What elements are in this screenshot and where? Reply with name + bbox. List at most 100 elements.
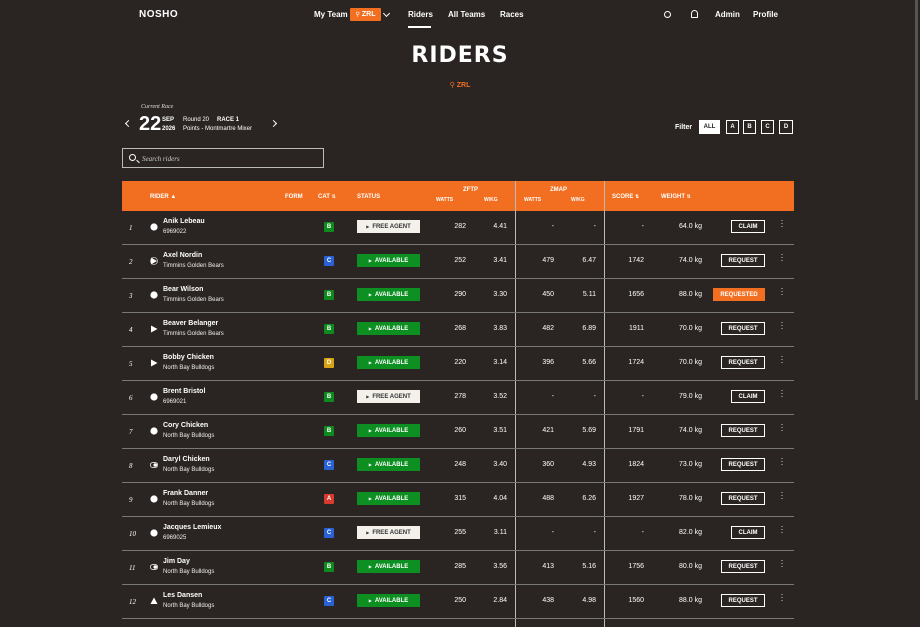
header-ftp-wkg[interactable]: W/KG [484, 197, 498, 203]
nav-riders[interactable]: Riders [408, 10, 433, 19]
ftp-wkg: 3.83 [493, 325, 507, 332]
more-options-icon[interactable]: · · · [780, 250, 784, 265]
rider-name[interactable]: Jim Day [163, 558, 190, 565]
rider-name[interactable]: Bobby Chicken [163, 354, 214, 361]
play-icon: ▶ [368, 360, 372, 365]
header-status[interactable]: STATUS [357, 194, 380, 200]
filter-d-button[interactable]: D [779, 120, 793, 134]
request-button[interactable]: REQUEST [721, 424, 765, 437]
request-button[interactable]: REQUEST [721, 458, 765, 471]
nav-admin[interactable]: Admin [715, 10, 740, 19]
more-options-icon[interactable]: · · · [780, 352, 784, 367]
sort-asc-icon: ▲ [170, 194, 177, 200]
more-options-icon[interactable]: · · · [780, 454, 784, 469]
header-rider[interactable]: RIDER ▲ [150, 194, 176, 200]
race-round: Round 20 [183, 117, 210, 123]
request-button[interactable]: REQUEST [721, 492, 765, 505]
page-title: RIDERS [411, 43, 509, 68]
more-options-icon[interactable]: · · · [780, 386, 784, 401]
header-score[interactable]: SCORE ⇅ [612, 194, 639, 200]
header-cat[interactable]: CAT ⇅ [318, 194, 336, 200]
chevron-down-icon[interactable] [382, 9, 391, 18]
claim-button[interactable]: CLAIM [731, 390, 765, 403]
status-badge: ▶ FREE AGENT [357, 220, 420, 233]
ftp-wkg: 3.51 [493, 427, 507, 434]
brand-logo[interactable]: NOSHO [139, 9, 178, 20]
header-weight[interactable]: WEIGHT ⇅ [661, 194, 691, 200]
request-button[interactable]: REQUEST [721, 322, 765, 335]
filter-b-button[interactable]: B [743, 120, 756, 134]
bike-icon: ⚲ [355, 12, 360, 18]
ftp-watts: 252 [454, 257, 466, 264]
rider-name[interactable]: Les Dansen [163, 592, 202, 599]
chevron-right-icon[interactable] [269, 119, 278, 128]
nav-races[interactable]: Races [500, 10, 524, 19]
rider-name[interactable]: Anik Lebeau [163, 218, 205, 225]
filter-a-button[interactable]: A [726, 120, 739, 134]
filter-c-button[interactable]: C [761, 120, 774, 134]
header-form[interactable]: FORM [285, 194, 303, 200]
rider-name[interactable]: Axel Nordin [163, 252, 202, 259]
ftp-wkg: 3.41 [493, 257, 507, 264]
requested-button[interactable]: REQUESTED [713, 288, 765, 301]
more-options-icon[interactable]: · · · [780, 590, 784, 605]
request-button[interactable]: REQUEST [721, 560, 765, 573]
rider-name[interactable]: Frank Danner [163, 490, 208, 497]
table-row[interactable]: 4 Beaver Belanger Timmins Golden Bears B ▶ AV… [122, 313, 794, 347]
status-label: AVAILABLE [374, 325, 409, 332]
category-badge: C [324, 596, 334, 606]
claim-button[interactable]: CLAIM [731, 220, 765, 233]
more-options-icon[interactable]: · · · [780, 318, 784, 333]
table-row[interactable]: 9 Frank Danner North Bay Bulldogs A ▶ AVAILAB… [122, 483, 794, 517]
more-options-icon[interactable]: · · · [780, 420, 784, 435]
table-row[interactable]: 8 Daryl Chicken North Bay Bulldogs C ▶ AVAILA… [122, 449, 794, 483]
table-row[interactable]: 7 Cory Chicken North Bay Bulldogs B ▶ AVAILAB… [122, 415, 794, 449]
more-options-icon[interactable]: · · · [780, 284, 784, 299]
team-badge[interactable]: ⚲ ZRL [350, 8, 381, 21]
sun-icon[interactable] [664, 11, 671, 18]
table-row[interactable]: 12 Les Dansen North Bay Bulldogs C ▶ AVAILABL… [122, 585, 794, 619]
form-circle-icon [150, 218, 158, 231]
status-label: AVAILABLE [374, 461, 409, 468]
table-row[interactable]: 11 Jim Day North Bay Bulldogs B ▶ AVAILABLE 28… [122, 551, 794, 585]
more-options-icon[interactable]: · · · [780, 488, 784, 503]
more-options-icon[interactable]: · · · [780, 522, 784, 537]
filter-all-button[interactable]: ALL [699, 120, 720, 134]
request-button[interactable]: REQUEST [721, 594, 765, 607]
header-ftp-watts[interactable]: WATTS [436, 197, 453, 203]
map-watts: 479 [542, 257, 554, 264]
rider-name[interactable]: Daryl Chicken [163, 456, 210, 463]
status-label: AVAILABLE [374, 495, 409, 502]
rider-name[interactable]: Cory Chicken [163, 422, 208, 429]
nav-my-team[interactable]: My Team [314, 10, 348, 19]
scrollbar[interactable] [915, 0, 918, 400]
header-map-watts[interactable]: WATTS [524, 197, 541, 203]
rider-score: 1791 [628, 427, 644, 434]
request-button[interactable]: REQUEST [721, 356, 765, 369]
rider-name[interactable]: Bear Wilson [163, 286, 203, 293]
ftp-wkg: 3.52 [493, 393, 507, 400]
search-input[interactable] [142, 152, 317, 165]
category-badge: B [324, 222, 334, 232]
nav-profile[interactable]: Profile [753, 10, 778, 19]
table-row[interactable]: 6 Brent Bristol 6969021 B ▶ FREE AGENT 278 3.52… [122, 381, 794, 415]
rider-name[interactable]: Brent Bristol [163, 388, 205, 395]
header-map-wkg[interactable]: W/KG [571, 197, 585, 203]
rider-team: North Bay Bulldogs [163, 365, 215, 371]
table-row[interactable]: 3 Bear Wilson Timmins Golden Bears B ▶ AVAILA… [122, 279, 794, 313]
table-row[interactable]: 5 Bobby Chicken North Bay Bulldogs D ▶ AVAILA… [122, 347, 794, 381]
bike-icon: ⚲ [449, 82, 457, 89]
rider-name[interactable]: Beaver Belanger [163, 320, 218, 327]
chevron-left-icon[interactable] [124, 119, 133, 128]
more-options-icon[interactable]: · · · [780, 216, 784, 231]
table-row[interactable]: 10 Jacques Lemieux 6969025 C ▶ FREE AGENT 255 3… [122, 517, 794, 551]
rider-name[interactable]: Jacques Lemieux [163, 524, 221, 531]
table-row[interactable]: 2 Axel Nordin Timmins Golden Bears C ▶ AVAILA… [122, 245, 794, 279]
nav-all-teams[interactable]: All Teams [448, 10, 485, 19]
claim-button[interactable]: CLAIM [731, 526, 765, 539]
request-button[interactable]: REQUEST [721, 254, 765, 267]
table-row[interactable]: 1 Anik Lebeau 6969022 B ▶ FREE AGENT 282 4.41 - -… [122, 211, 794, 245]
bell-icon[interactable] [691, 10, 698, 18]
map-wkg: 6.89 [582, 325, 596, 332]
more-options-icon[interactable]: · · · [780, 556, 784, 571]
